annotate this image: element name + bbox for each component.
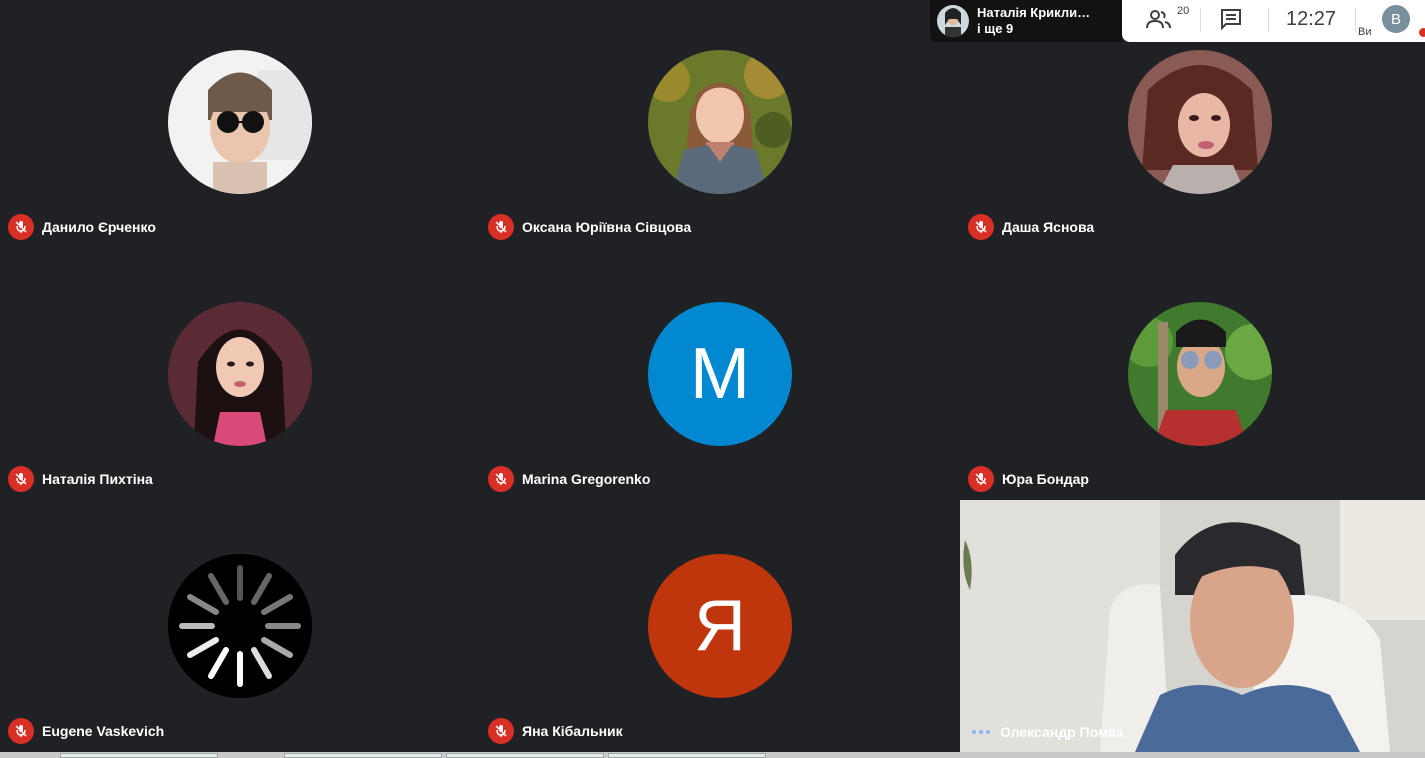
mic-off-icon <box>8 214 34 240</box>
participant-name: Оксана Юріївна Сівцова <box>522 219 692 235</box>
participant-tile[interactable]: Оксана Юріївна Сівцова <box>480 0 960 252</box>
participant-tile[interactable]: Данило Єрченко <box>0 0 480 252</box>
participant-tile[interactable]: Наталія Пихтіна <box>0 252 480 504</box>
participant-tile[interactable]: Юра Бондар <box>960 252 1425 504</box>
participant-avatar-letter: Я <box>648 554 792 698</box>
taskbar-button[interactable] <box>608 753 766 758</box>
participant-name: Даша Яснова <box>1002 219 1095 235</box>
participant-name: Яна Кібальник <box>522 723 623 739</box>
participant-avatar <box>648 50 792 194</box>
participant-name: Marina Gregorenko <box>522 471 651 487</box>
taskbar-button[interactable] <box>60 753 218 758</box>
participant-name: Наталія Пихтіна <box>42 471 153 487</box>
participant-tile[interactable]: Eugene Vaskevich <box>0 504 480 756</box>
featured-participant-name: Олександр Помаз <box>1000 724 1124 740</box>
participant-tile[interactable]: M Marina Gregorenko <box>480 252 960 504</box>
taskbar-button[interactable] <box>446 753 604 758</box>
loading-spinner-icon <box>168 554 312 698</box>
participant-avatar <box>168 50 312 194</box>
participant-name: Eugene Vaskevich <box>42 723 165 739</box>
taskbar-button[interactable] <box>284 753 442 758</box>
participant-avatar <box>1128 50 1272 194</box>
mic-off-icon <box>488 718 514 744</box>
speaking-indicator-icon <box>972 730 990 734</box>
participant-name: Данило Єрченко <box>42 219 156 235</box>
mic-off-icon <box>488 466 514 492</box>
os-taskbar <box>0 752 1425 758</box>
participant-avatar <box>168 302 312 446</box>
mic-off-icon <box>968 466 994 492</box>
featured-video-tile[interactable]: Олександр Помаз <box>960 500 1425 752</box>
participant-tile[interactable]: Я Яна Кібальник <box>480 504 960 756</box>
mic-off-icon <box>968 214 994 240</box>
participant-avatar-letter: M <box>648 302 792 446</box>
mic-off-icon <box>8 466 34 492</box>
participant-video <box>960 500 1425 752</box>
mic-off-icon <box>488 214 514 240</box>
participant-avatar <box>1128 302 1272 446</box>
mic-off-icon <box>8 718 34 744</box>
participant-name: Юра Бондар <box>1002 471 1089 487</box>
participant-tile[interactable]: Даша Яснова <box>960 0 1425 252</box>
